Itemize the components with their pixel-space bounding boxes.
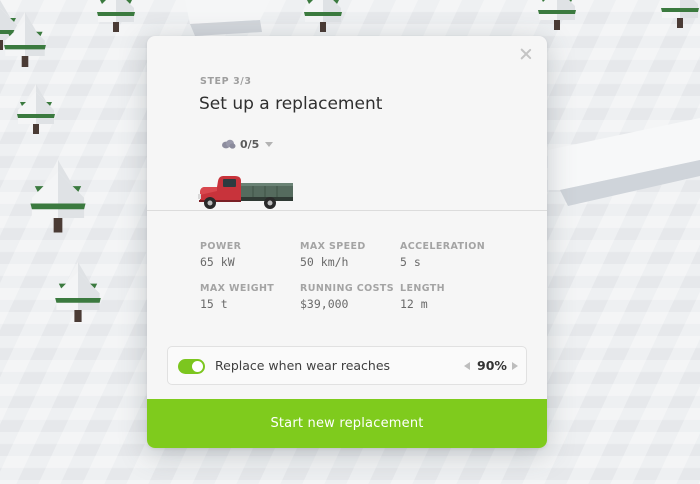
vehicle-type-dropdown[interactable]: 0/5 (221, 136, 274, 152)
stat-label: LENGTH (400, 283, 445, 294)
replacement-dialog: STEP 3/3 Set up a replacement 0/5 POWER (147, 36, 547, 448)
stat-label: POWER (200, 241, 242, 252)
stat-label: MAX SPEED (300, 241, 366, 252)
close-icon[interactable] (518, 46, 534, 62)
stat-power: POWER 65 kW (200, 241, 300, 269)
wear-threshold-row: Replace when wear reaches 90% (167, 346, 527, 385)
stat-value: 65 kW (200, 255, 235, 269)
stat-running-costs: RUNNING COSTS $39,000 (300, 283, 400, 311)
chevron-left-icon[interactable] (464, 362, 470, 370)
stat-length: LENGTH 12 m (400, 283, 500, 311)
toggle-knob (192, 361, 203, 372)
stat-max-speed: MAX SPEED 50 km/h (300, 241, 400, 269)
dialog-title: Set up a replacement (199, 94, 383, 114)
stat-value: 15 t (200, 297, 228, 311)
stat-acceleration: ACCELERATION 5 s (400, 241, 500, 269)
stat-value: 5 s (400, 255, 421, 269)
stat-value: $39,000 (300, 297, 349, 311)
divider (147, 210, 547, 211)
vehicle-stats: POWER 65 kW MAX SPEED 50 km/h ACCELERATI… (200, 241, 500, 311)
wear-label: Replace when wear reaches (215, 358, 391, 373)
stat-label: ACCELERATION (400, 241, 486, 252)
stat-max-weight: MAX WEIGHT 15 t (200, 283, 300, 311)
stat-value: 50 km/h (300, 255, 349, 269)
chevron-right-icon[interactable] (512, 362, 518, 370)
wear-value: 90% (477, 358, 507, 373)
stat-label: RUNNING COSTS (300, 283, 394, 294)
cloud-icon (222, 139, 236, 149)
vehicle-count: 0/5 (240, 137, 260, 151)
stat-label: MAX WEIGHT (200, 283, 275, 294)
step-indicator: STEP 3/3 (200, 76, 252, 87)
replace-toggle[interactable] (178, 359, 205, 374)
stat-value: 12 m (400, 297, 428, 311)
start-replacement-button[interactable]: Start new replacement (147, 399, 547, 448)
chevron-down-icon (265, 141, 274, 147)
truck-image (198, 176, 293, 209)
